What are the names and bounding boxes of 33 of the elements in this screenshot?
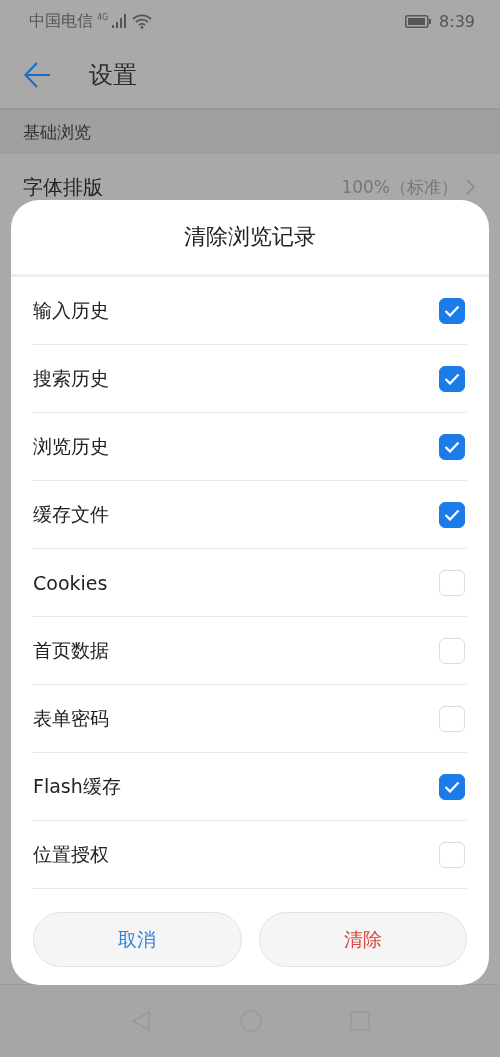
checkbox[interactable] (439, 433, 465, 460)
option-row[interactable]: 位置授权 (33, 821, 467, 889)
page-title: 设置 (89, 60, 137, 91)
option-row[interactable]: Cookies (33, 549, 467, 617)
checkmark-icon (444, 780, 460, 793)
checkbox[interactable] (439, 501, 465, 528)
option-row[interactable]: 输入历史 (33, 277, 467, 345)
battery-icon (405, 14, 432, 28)
setting-label: 字体排版 (23, 173, 103, 201)
option-row[interactable]: 表单密码 (33, 685, 467, 753)
clock-time: 8:39 (439, 11, 475, 31)
cancel-button[interactable]: 取消 (33, 912, 242, 967)
checkbox[interactable] (439, 365, 465, 392)
option-row[interactable]: 浏览历史 (33, 413, 467, 481)
back-arrow-icon[interactable] (24, 62, 51, 88)
carrier-name: 中国电信 (29, 10, 93, 32)
checkbox[interactable] (439, 297, 465, 324)
network-type: 4G (97, 13, 109, 22)
checkbox[interactable] (439, 773, 465, 800)
option-row[interactable]: 缓存文件 (33, 481, 467, 549)
checkmark-icon (444, 508, 460, 521)
chevron-icon (466, 179, 475, 195)
signal-icon (112, 14, 129, 28)
section-title: 基础浏览 (23, 120, 91, 144)
option-row[interactable]: 首页数据 (33, 617, 467, 685)
checkmark-icon (444, 372, 460, 385)
checkmark-icon (444, 304, 460, 317)
dialog-title: 清除浏览记录 (11, 200, 489, 277)
checkmark-icon (444, 440, 460, 453)
option-row[interactable]: Flash缓存 (33, 753, 467, 821)
wifi-icon (132, 13, 153, 29)
clear-button[interactable]: 清除 (258, 912, 467, 967)
option-row[interactable]: 搜索历史 (33, 345, 467, 413)
